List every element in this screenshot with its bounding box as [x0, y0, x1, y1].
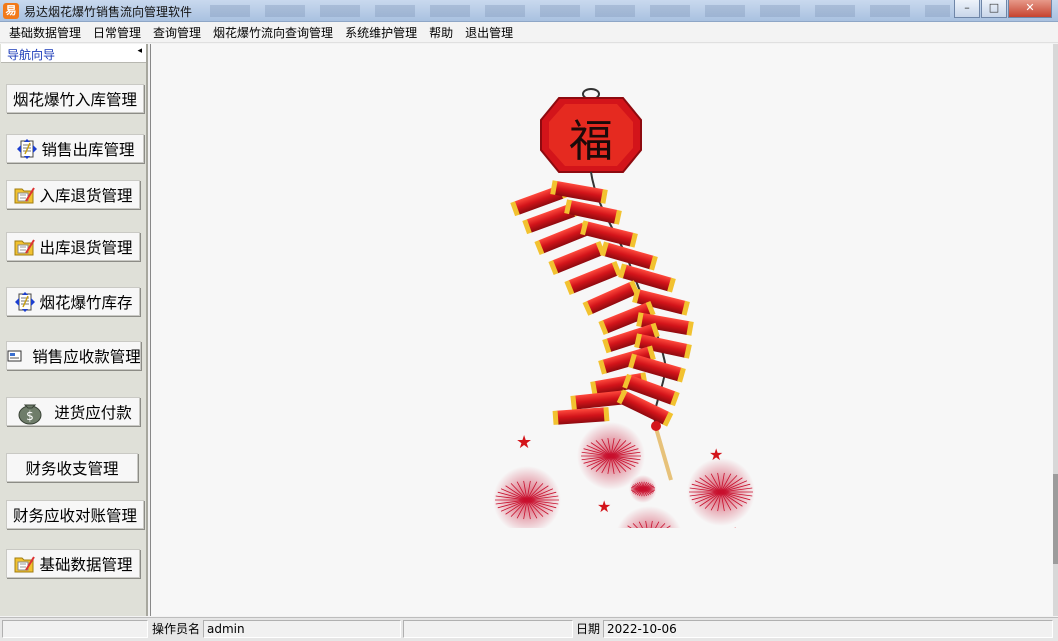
- nav-button-label: 入库退货管理: [39, 186, 133, 205]
- report-icon: [7, 345, 30, 367]
- transfer-icon: [13, 291, 37, 313]
- window-title: 易达烟花爆竹销售流向管理软件: [24, 5, 193, 19]
- navigation-panel: 导航向导 ◂ 烟花爆竹入库管理 销售出库管理 入库退货管理 出库退货管理 烟花爆…: [0, 44, 148, 616]
- nav-header: 导航向导 ◂: [1, 44, 146, 63]
- nav-button-reconciliation[interactable]: 财务应收对账管理: [6, 500, 144, 529]
- nav-button-label: 财务收支管理: [25, 459, 119, 478]
- nav-button-finance[interactable]: 财务收支管理: [6, 453, 138, 482]
- firecracker-tube: [564, 199, 622, 225]
- scrollbar-thumb[interactable]: [1053, 474, 1058, 564]
- svg-text:★: ★: [709, 445, 723, 464]
- nav-button-label: 销售出库管理: [41, 140, 135, 159]
- nav-button-stock-in-return[interactable]: 入库退货管理: [6, 180, 140, 209]
- status-bar: 操作员名 admin 日期 2022-10-06: [0, 617, 1058, 641]
- nav-button-receivables[interactable]: 销售应收款管理: [6, 341, 141, 370]
- minimize-button[interactable]: –: [954, 0, 980, 18]
- nav-button-sales-out[interactable]: 销售出库管理: [6, 134, 144, 163]
- transfer-icon: [15, 138, 39, 160]
- menu-system[interactable]: 系统维护管理: [339, 23, 423, 43]
- menu-flow-query[interactable]: 烟花爆竹流向查询管理: [207, 23, 339, 43]
- edit-folder-icon: [13, 236, 37, 258]
- nav-button-label: 烟花爆竹入库管理: [12, 90, 137, 109]
- nav-button-label: 出库退货管理: [39, 238, 133, 257]
- operator-label: 操作员名: [152, 622, 201, 636]
- nav-button-stock-out-return[interactable]: 出库退货管理: [6, 232, 140, 261]
- menu-bar: 基础数据管理 日常管理 查询管理 烟花爆竹流向查询管理 系统维护管理 帮助 退出…: [0, 23, 1058, 43]
- edit-folder-icon: [13, 184, 37, 206]
- money-bag-icon: $: [14, 401, 46, 424]
- firecracker-tube: [550, 180, 608, 204]
- nav-button-label: 烟花爆竹库存: [39, 293, 133, 312]
- date-value: 2022-10-06: [603, 620, 1053, 638]
- nav-button-label: 销售应收款管理: [32, 347, 141, 366]
- nav-title: 导航向导: [7, 48, 56, 62]
- menu-daily[interactable]: 日常管理: [87, 23, 147, 43]
- nav-button-payables[interactable]: $ 进货应付款: [6, 397, 140, 426]
- svg-text:★: ★: [597, 497, 611, 516]
- close-button[interactable]: ✕: [1008, 0, 1052, 18]
- edit-folder-icon: [13, 553, 37, 575]
- nav-button-label: 进货应付款: [54, 403, 132, 422]
- firecracker-fu-icon: 福 ★ ★ ★ ★ ★: [493, 88, 755, 528]
- status-panel-blank-2: [403, 620, 573, 638]
- firecracker-tube: [552, 407, 610, 425]
- nav-button-label: 财务应收对账管理: [12, 506, 137, 525]
- svg-text:$: $: [26, 409, 34, 423]
- menu-help[interactable]: 帮助: [423, 23, 459, 43]
- nav-button-inventory[interactable]: 烟花爆竹库存: [6, 287, 140, 316]
- status-panel-blank: [2, 620, 148, 638]
- title-bar: 易 易达烟花爆竹销售流向管理软件 – □ ✕: [0, 0, 1058, 22]
- menu-query[interactable]: 查询管理: [147, 23, 207, 43]
- collapse-arrow-icon[interactable]: ◂: [137, 46, 142, 56]
- maximize-button[interactable]: □: [981, 0, 1007, 18]
- nav-button-basic-data[interactable]: 基础数据管理: [6, 549, 140, 578]
- window-controls: – □ ✕: [954, 0, 1052, 18]
- app-icon: 易: [3, 3, 19, 19]
- nav-button-label: 基础数据管理: [39, 555, 133, 574]
- svg-text:★: ★: [516, 432, 532, 453]
- titlebar-background-ghost: [210, 5, 950, 17]
- menu-basic-data[interactable]: 基础数据管理: [3, 23, 87, 43]
- main-content: 福 ★ ★ ★ ★ ★: [150, 44, 1053, 616]
- fu-character: 福: [569, 116, 613, 167]
- svg-text:★: ★: [727, 524, 743, 528]
- scrollbar[interactable]: [1053, 44, 1058, 616]
- operator-value: admin: [203, 620, 401, 638]
- nav-button-stock-in[interactable]: 烟花爆竹入库管理: [6, 84, 144, 113]
- menu-exit[interactable]: 退出管理: [459, 23, 519, 43]
- date-label: 日期: [576, 622, 601, 636]
